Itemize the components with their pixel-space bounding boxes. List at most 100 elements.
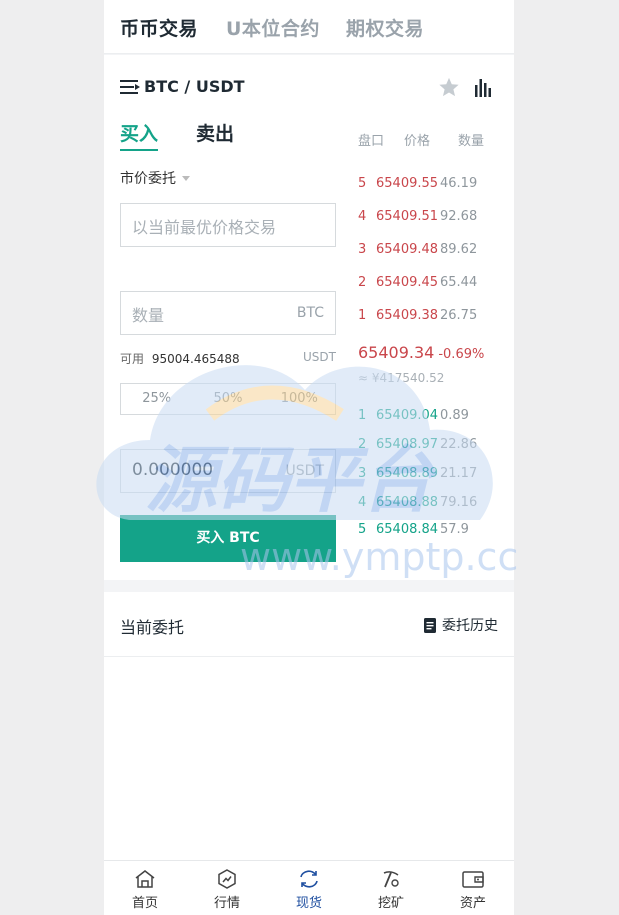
- bid-qty: 0.89: [440, 408, 469, 423]
- percent-100-button[interactable]: 100%: [264, 384, 335, 414]
- bid-row[interactable]: 3 65408.89 21.17: [358, 466, 477, 481]
- nav-assets[interactable]: 资产: [432, 861, 514, 915]
- current-orders-header: 当前委托 委托历史: [104, 592, 514, 657]
- ask-price: 65409.55: [376, 176, 439, 191]
- current-orders-title: 当前委托: [120, 618, 185, 637]
- order-history-link[interactable]: 委托历史: [424, 615, 498, 635]
- market-icon: [218, 869, 236, 889]
- buy-tab[interactable]: 买入: [120, 119, 159, 151]
- available-value: 95004.465488: [151, 352, 240, 366]
- price-placeholder: 以当前最优价格交易: [132, 218, 277, 237]
- order-history-label: 委托历史: [442, 618, 498, 634]
- bid-index: 2: [358, 437, 367, 452]
- last-price-value: 65409.34: [358, 343, 435, 362]
- bid-price: 65408.88: [376, 495, 439, 510]
- tab-spot-trading[interactable]: 币币交易: [120, 14, 198, 41]
- bottom-navigation: 首页 行情 现货 挖矿 资产: [104, 860, 514, 915]
- ask-price: 65409.48: [376, 242, 439, 257]
- ask-price: 65409.38: [376, 308, 439, 323]
- percent-selector: 25% 50% 100%: [120, 383, 336, 415]
- ask-row[interactable]: 1 65409.38 26.75: [358, 308, 477, 323]
- star-icon[interactable]: [438, 76, 460, 98]
- bid-index: 3: [358, 466, 367, 481]
- amount-unit: BTC: [296, 305, 324, 321]
- bid-qty: 22.86: [440, 437, 478, 452]
- nav-assets-label: 资产: [459, 896, 486, 911]
- amount-input[interactable]: 数量 BTC: [120, 291, 336, 335]
- bid-qty: 21.17: [440, 466, 478, 481]
- ask-qty: 92.68: [440, 209, 478, 224]
- pickaxe-icon: [383, 871, 399, 888]
- nav-home-label: 首页: [131, 896, 158, 911]
- ask-qty: 46.19: [440, 176, 478, 191]
- last-price-cny: ≈ ¥417540.52: [358, 371, 445, 385]
- nav-home[interactable]: 首页: [104, 861, 186, 915]
- buy-btc-button[interactable]: 买入 BTC: [120, 515, 336, 562]
- ask-index: 2: [358, 275, 367, 290]
- total-value: 0.000000: [132, 460, 214, 480]
- orderbook-header-depth: 盘口: [358, 134, 385, 149]
- ask-qty: 65.44: [440, 275, 478, 290]
- ask-index: 1: [358, 308, 367, 323]
- ask-row[interactable]: 2 65409.45 65.44: [358, 275, 477, 290]
- bid-price: 65408.84: [376, 522, 439, 537]
- orderbook-header-qty: 数量: [458, 134, 485, 149]
- available-label: 可用: [120, 352, 145, 366]
- nav-mining-label: 挖矿: [377, 896, 404, 911]
- bid-qty: 57.9: [440, 522, 469, 537]
- percent-50-button[interactable]: 50%: [192, 384, 263, 414]
- bid-price: 65409.04: [376, 408, 439, 423]
- wallet-icon: [462, 871, 484, 888]
- bid-row[interactable]: 5 65408.84 57.9: [358, 522, 469, 537]
- amount-placeholder: 数量: [132, 306, 165, 325]
- bid-price: 65408.89: [376, 466, 439, 481]
- order-type-select[interactable]: 市价委托: [120, 168, 190, 188]
- total-input[interactable]: 0.000000 USDT: [120, 449, 336, 493]
- sell-tab[interactable]: 卖出: [196, 119, 234, 146]
- ask-index: 5: [358, 176, 367, 191]
- nav-spot[interactable]: 现货: [268, 861, 350, 915]
- ask-row[interactable]: 5 65409.55 46.19: [358, 176, 477, 191]
- nav-mining[interactable]: 挖矿: [350, 861, 432, 915]
- ask-qty: 26.75: [440, 308, 478, 323]
- bid-index: 1: [358, 408, 367, 423]
- document-icon: [424, 617, 436, 633]
- nav-market-label: 行情: [213, 896, 240, 911]
- last-price: 65409.34 -0.69%: [358, 343, 484, 362]
- ask-row[interactable]: 3 65409.48 89.62: [358, 242, 477, 257]
- nav-market[interactable]: 行情: [186, 861, 268, 915]
- menu-icon: [120, 79, 140, 94]
- percent-25-button[interactable]: 25%: [121, 384, 192, 414]
- app-container: 币币交易 U本位合约 期权交易 BTC / USDT 买入 卖出 盘口 价格 数…: [104, 0, 514, 915]
- bid-index: 5: [358, 522, 367, 537]
- bid-row[interactable]: 1 65409.04 0.89: [358, 408, 469, 423]
- exchange-icon: [300, 870, 318, 888]
- tab-options-trading[interactable]: 期权交易: [346, 14, 424, 41]
- ask-price: 65409.45: [376, 275, 439, 290]
- ask-qty: 89.62: [440, 242, 478, 257]
- pair-selector[interactable]: BTC / USDT: [120, 77, 245, 96]
- order-type-label: 市价委托: [120, 171, 176, 187]
- available-balance: 可用 95004.465488 USDT: [120, 350, 336, 367]
- bid-row[interactable]: 4 65408.88 79.16: [358, 495, 477, 510]
- available-unit: USDT: [303, 350, 336, 364]
- price-change: -0.69%: [438, 347, 485, 362]
- caret-down-icon: [182, 175, 190, 181]
- orderbook-header-price: 价格: [404, 134, 431, 149]
- ask-price: 65409.51: [376, 209, 439, 224]
- bid-qty: 79.16: [440, 495, 478, 510]
- ask-row[interactable]: 4 65409.51 92.68: [358, 209, 477, 224]
- price-input[interactable]: 以当前最优价格交易: [120, 203, 336, 247]
- nav-spot-label: 现货: [295, 896, 322, 911]
- trade-card: BTC / USDT 买入 卖出 盘口 价格 数量 市价委托 以当前最优价格交易…: [104, 55, 514, 580]
- ask-index: 4: [358, 209, 367, 224]
- bid-index: 4: [358, 495, 367, 510]
- total-unit: USDT: [285, 463, 324, 479]
- home-icon: [135, 870, 155, 888]
- current-orders-card: 当前委托 委托历史: [104, 592, 514, 860]
- ask-index: 3: [358, 242, 367, 257]
- tab-usdt-futures[interactable]: U本位合约: [226, 14, 320, 41]
- bid-row[interactable]: 2 65408.97 22.86: [358, 437, 477, 452]
- top-navigation: 币币交易 U本位合约 期权交易: [104, 0, 514, 54]
- kline-chart-icon[interactable]: [475, 77, 491, 97]
